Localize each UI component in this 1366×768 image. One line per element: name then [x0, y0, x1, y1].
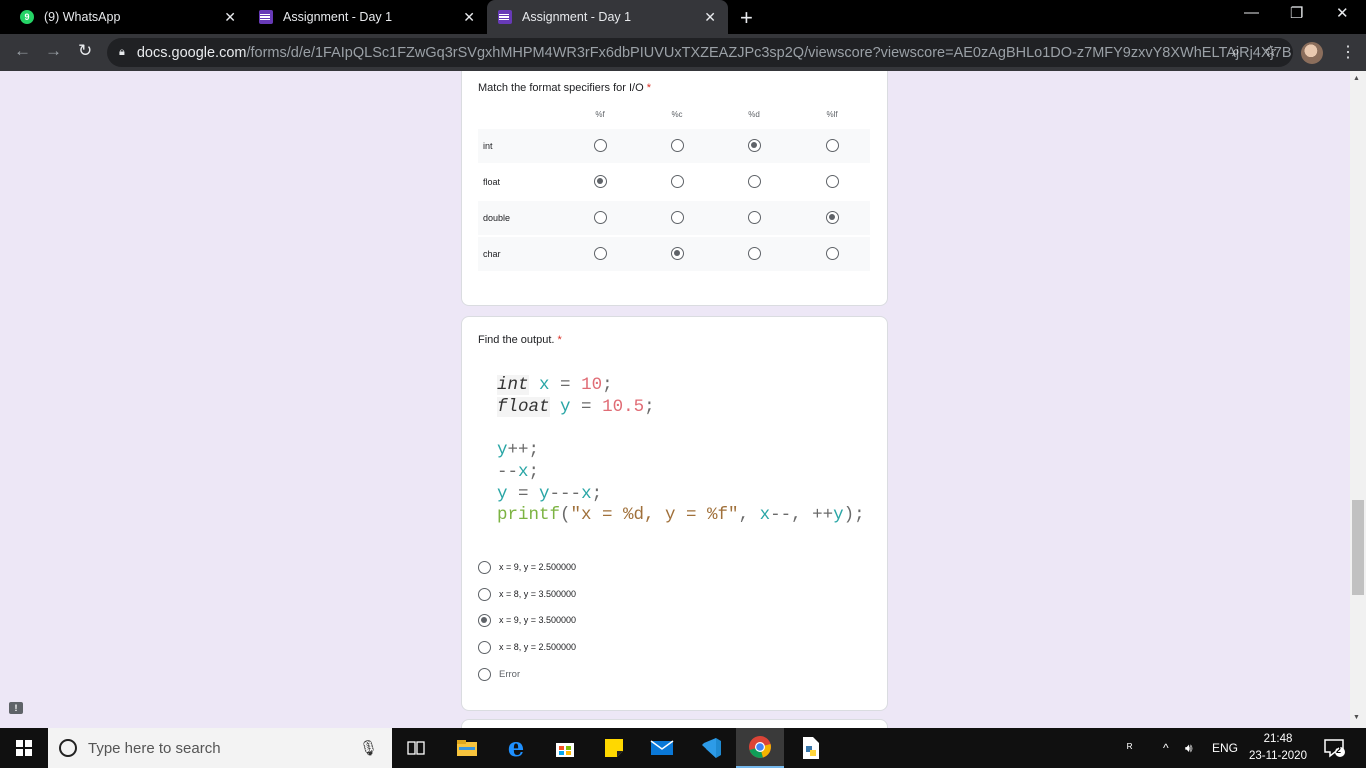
radio-char-c[interactable] [671, 247, 684, 260]
radio-char-lf[interactable] [826, 247, 839, 260]
url-host: docs.google.com [136, 44, 247, 61]
mail-icon[interactable] [638, 728, 686, 768]
tab-assignment-2[interactable]: Assignment - Day 1 ✕ [487, 0, 728, 34]
grid-row-double: double [478, 201, 870, 235]
scrollbar-thumb[interactable] [1352, 500, 1364, 595]
close-icon[interactable]: ✕ [224, 9, 236, 26]
whatsapp-icon: 9 [20, 10, 34, 24]
windows-start-icon[interactable] [16, 740, 32, 756]
radio-option-1[interactable] [478, 560, 491, 574]
close-icon[interactable]: ✕ [704, 9, 716, 26]
radio-option-3[interactable] [478, 613, 491, 627]
question-card-next [461, 719, 888, 728]
radio-double-c[interactable] [671, 211, 684, 224]
row-label: float [483, 177, 501, 187]
task-view-icon[interactable] [392, 728, 440, 768]
clock[interactable]: 21:48 23-11-2020 [1246, 731, 1310, 765]
tab-strip: 9 (9) WhatsApp ✕ Assignment - Day 1 ✕ As… [0, 0, 1366, 34]
microphone-icon[interactable]: 🎙︎ [359, 739, 378, 757]
radio-char-f[interactable] [594, 247, 607, 260]
code-snippet: int x = 10; float y = 10.5; y++; --x; y … [497, 375, 865, 526]
windows-taskbar: Type here to search 🎙︎ e ᴿ ^ 🔊︎ ENG 21:4… [0, 728, 1366, 768]
option-3[interactable]: x = 9, y = 3.500000 [478, 612, 576, 628]
question-card-grid: Match the format specifiers for I/O * %f… [461, 71, 888, 306]
google-forms-icon [259, 10, 273, 24]
question-title: Find the output. * [478, 334, 562, 346]
radio-option-2[interactable] [478, 587, 491, 601]
form-page: Match the format specifiers for I/O * %f… [0, 71, 1350, 728]
radio-int-c[interactable] [671, 139, 684, 152]
people-icon[interactable]: ᴿ [1127, 728, 1132, 768]
chevron-up-icon[interactable]: ^ [1163, 728, 1169, 768]
speaker-icon[interactable]: 🔊︎ [1185, 728, 1193, 768]
cortana-icon [59, 739, 77, 757]
scrollbar[interactable] [1350, 71, 1366, 728]
menu-icon[interactable]: ⋮ [1340, 42, 1356, 62]
radio-double-d[interactable] [748, 211, 761, 224]
url-path: /forms/d/e/1FAIpQLSc1FZwGq3rSVgxhMHPM4WR… [246, 44, 1293, 61]
store-icon[interactable] [541, 728, 589, 768]
zoom-icon[interactable]: ⌕ [1232, 43, 1240, 60]
minimize-button[interactable]: — [1244, 4, 1259, 21]
grid-row-char: char [478, 237, 870, 271]
notification-center-icon[interactable]: 2 [1323, 738, 1345, 758]
column-header: %lf [826, 110, 838, 119]
edge-icon[interactable]: e [492, 728, 540, 768]
column-header: %f [595, 110, 605, 119]
radio-double-lf[interactable] [826, 211, 839, 224]
tab-assignment-1[interactable]: Assignment - Day 1 ✕ [248, 0, 487, 34]
radio-char-d[interactable] [748, 247, 761, 260]
address-bar[interactable]: 🔒︎ docs.google.com/forms/d/e/1FAIpQLSc1F… [107, 38, 1293, 67]
tab-title: (9) WhatsApp [44, 10, 121, 24]
close-window-button[interactable]: ✕ [1336, 4, 1349, 22]
close-icon[interactable]: ✕ [463, 9, 475, 26]
new-tab-button[interactable]: + [740, 5, 753, 31]
grid-row-float: float [478, 165, 870, 199]
sticky-notes-icon[interactable] [590, 728, 638, 768]
question-title: Match the format specifiers for I/O * [478, 82, 652, 94]
scroll-down-icon[interactable]: ▼ [1353, 714, 1360, 721]
tab-title: Assignment - Day 1 [283, 10, 393, 24]
radio-int-lf[interactable] [826, 139, 839, 152]
radio-option-5[interactable] [478, 667, 491, 681]
radio-double-f[interactable] [594, 211, 607, 224]
column-header: %c [671, 110, 683, 119]
forward-icon[interactable]: → [45, 41, 62, 61]
radio-float-d[interactable] [748, 175, 761, 188]
question-card-output: Find the output. * int x = 10; float y =… [461, 316, 888, 711]
radio-int-d[interactable] [748, 139, 761, 152]
row-label: char [483, 249, 501, 259]
row-label: double [483, 213, 511, 223]
option-1[interactable]: x = 9, y = 2.500000 [478, 559, 576, 575]
radio-float-lf[interactable] [826, 175, 839, 188]
restore-button[interactable]: ❐ [1290, 4, 1303, 22]
taskbar-search[interactable]: Type here to search 🎙︎ [48, 728, 392, 768]
scroll-up-icon[interactable]: ▲ [1353, 75, 1360, 82]
lock-icon: 🔒︎ [119, 46, 125, 58]
radio-float-f[interactable] [594, 175, 607, 188]
column-header: %d [748, 110, 760, 119]
grid-row-int: int [478, 129, 870, 163]
chrome-icon[interactable] [736, 728, 784, 768]
row-label: int [483, 141, 493, 151]
option-5[interactable]: Error [478, 666, 520, 682]
language-indicator[interactable]: ENG [1212, 728, 1238, 768]
tab-whatsapp[interactable]: 9 (9) WhatsApp ✕ [0, 0, 248, 34]
radio-option-4[interactable] [478, 640, 491, 654]
radio-float-c[interactable] [671, 175, 684, 188]
feedback-icon[interactable]: ! [9, 702, 23, 714]
google-forms-icon [498, 10, 512, 24]
radio-int-f[interactable] [594, 139, 607, 152]
python-file-icon[interactable] [786, 728, 834, 768]
reload-icon[interactable]: ↻ [78, 41, 92, 61]
browser-toolbar: ← → ↻ 🔒︎ docs.google.com/forms/d/e/1FAIp… [0, 34, 1366, 71]
tab-title: Assignment - Day 1 [522, 10, 632, 24]
option-2[interactable]: x = 8, y = 3.500000 [478, 586, 576, 602]
back-icon[interactable]: ← [14, 41, 31, 61]
avatar[interactable] [1301, 42, 1323, 64]
vscode-icon[interactable] [687, 728, 735, 768]
bookmark-star-icon[interactable]: ☆ [1264, 42, 1277, 60]
option-4[interactable]: x = 8, y = 2.500000 [478, 639, 576, 655]
file-explorer-icon[interactable] [443, 728, 491, 768]
